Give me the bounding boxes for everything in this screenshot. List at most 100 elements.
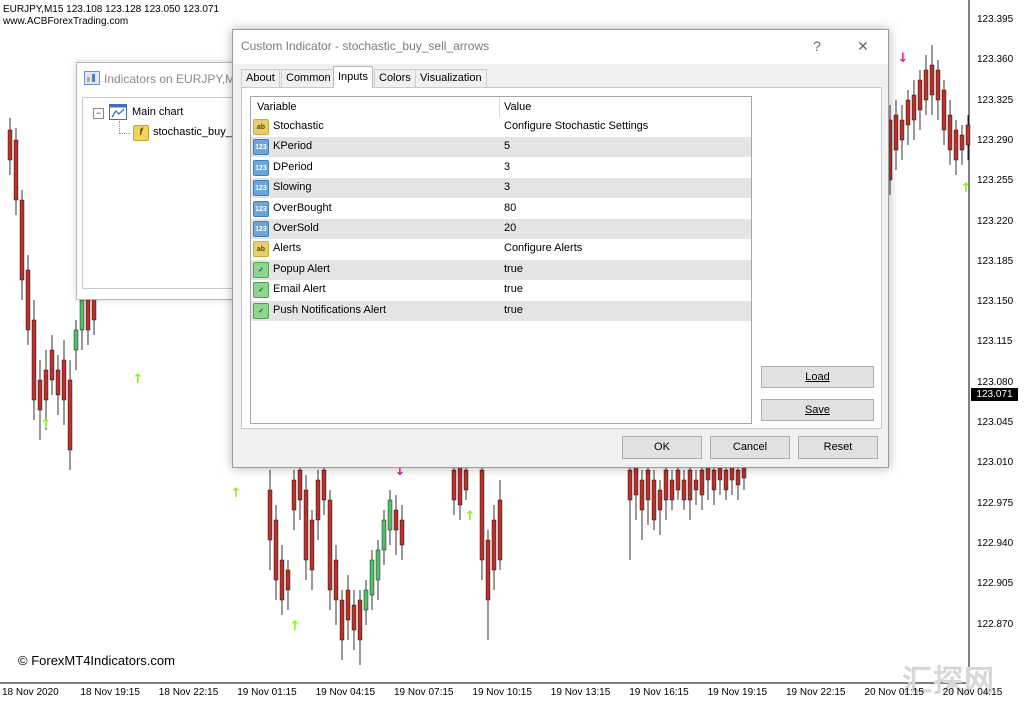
price-tick-label: 122.870	[977, 618, 1014, 630]
candle-body	[899, 119, 905, 141]
string-type-icon: ab	[253, 241, 269, 258]
integer-type-icon: 123	[253, 200, 269, 217]
input-variable-name: KPeriod	[273, 140, 313, 153]
inputs-grid[interactable]: Variable Value ab Stochastic Configure Sto…	[250, 96, 752, 424]
candle-body	[375, 549, 381, 581]
input-value[interactable]: true	[504, 304, 523, 316]
time-tick-label: 19 Nov 22:15	[786, 687, 846, 698]
price-tick-label: 123.150	[977, 296, 1014, 308]
dialog-title: Custom Indicator - stochastic_buy_sell_a…	[241, 39, 490, 53]
input-variable-name: Popup Alert	[273, 262, 330, 275]
time-tick-label: 20 Nov 04:15	[942, 687, 1003, 698]
tab-about[interactable]: About	[241, 69, 280, 87]
candle-body	[657, 489, 663, 511]
bool-type-icon: ✓	[253, 302, 269, 319]
candle-body	[345, 589, 351, 621]
candle-body	[13, 139, 19, 201]
integer-type-icon: 123	[253, 221, 269, 237]
price-tick-label: 122.905	[977, 578, 1014, 590]
price-tick-label: 123.045	[977, 417, 1014, 428]
candle-body	[55, 369, 61, 396]
candle-body	[79, 299, 85, 331]
input-value[interactable]: 5	[504, 140, 510, 152]
input-row[interactable]: ✓ Email Alert true	[251, 280, 751, 300]
candle-body	[43, 369, 49, 401]
candle-body	[491, 519, 497, 571]
input-row[interactable]: ab Alerts Configure Alerts	[251, 239, 751, 259]
input-row[interactable]: 123 KPeriod 5	[251, 137, 751, 158]
input-value[interactable]: true	[504, 283, 523, 295]
dialog-titlebar[interactable]: Custom Indicator - stochastic_buy_sell_a…	[233, 30, 888, 64]
price-tick-label: 122.975	[977, 497, 1014, 509]
input-value[interactable]: Configure Stochastic Settings	[504, 120, 648, 132]
candle-body	[321, 469, 327, 501]
indicators-window[interactable]: Indicators on EURJPY,M15 − Main chart f …	[76, 62, 264, 300]
candle-body	[393, 509, 399, 531]
candle-body	[49, 349, 55, 381]
input-variable-name: Push Notifications Alert	[273, 303, 387, 316]
input-row[interactable]: 123 DPeriod 3	[251, 158, 751, 178]
candle-body	[735, 469, 741, 486]
price-tick-label: 123.220	[977, 215, 1014, 227]
tree-item-main-chart[interactable]: Main chart	[132, 106, 183, 118]
candle-body	[935, 69, 941, 101]
collapse-icon[interactable]: −	[93, 108, 104, 119]
candle-body	[723, 469, 729, 491]
inputs-tab-panel: Variable Value ab Stochastic Configure Sto…	[241, 87, 882, 429]
input-row[interactable]: ✓ Push Notifications Alert true	[251, 300, 751, 321]
time-tick-label: 19 Nov 19:15	[707, 687, 768, 698]
tab-colors[interactable]: Colors	[374, 69, 416, 87]
candle-body	[681, 479, 687, 501]
load-button[interactable]: Load	[761, 366, 874, 388]
time-tick-label: 19 Nov 04:15	[315, 687, 376, 698]
candle-body	[479, 469, 485, 561]
input-value[interactable]: 20	[504, 222, 516, 234]
column-header-value[interactable]: Value	[504, 101, 531, 113]
input-variable-name: Alerts	[273, 242, 302, 255]
tab-common[interactable]: Common	[281, 69, 336, 87]
column-header-variable[interactable]: Variable	[257, 101, 297, 113]
input-row[interactable]: ab Stochastic Configure Stochastic Setting…	[251, 117, 751, 137]
cancel-button[interactable]: Cancel	[710, 436, 790, 459]
input-variable-name: Slowing	[273, 181, 312, 194]
time-tick-label: 18 Nov 22:15	[158, 687, 219, 698]
ok-button[interactable]: OK	[622, 436, 702, 459]
candle-body	[19, 199, 25, 281]
input-value[interactable]: 80	[504, 202, 516, 214]
input-row[interactable]: ✓ Popup Alert true	[251, 259, 751, 280]
candle-body	[351, 604, 357, 631]
input-variable-name: DPeriod	[273, 160, 313, 173]
input-value[interactable]: 3	[504, 181, 510, 193]
column-divider[interactable]	[499, 97, 500, 117]
save-button[interactable]: Save	[761, 399, 874, 421]
candle-body	[273, 519, 279, 581]
help-button[interactable]: ?	[806, 36, 828, 56]
tab-inputs[interactable]: Inputs	[333, 66, 373, 88]
input-value[interactable]: Configure Alerts	[504, 242, 582, 254]
time-tick-label: 19 Nov 16:15	[629, 687, 689, 698]
buy-arrow-icon: ↑	[290, 619, 301, 634]
price-tick-label: 123.115	[977, 336, 1013, 348]
candle-body	[639, 479, 645, 511]
input-variable-name: Stochastic	[273, 120, 324, 132]
input-value[interactable]: true	[504, 263, 523, 275]
close-icon[interactable]: ✕	[852, 36, 874, 56]
tree-item-indicator[interactable]: stochastic_buy_sell_arrows	[153, 126, 238, 138]
custom-indicator-dialog[interactable]: Custom Indicator - stochastic_buy_sell_a…	[232, 29, 889, 468]
candle-body	[25, 269, 31, 331]
price-tick-label: 123.080	[977, 376, 1014, 388]
tab-visualization[interactable]: Visualization	[415, 69, 487, 87]
candle-body	[911, 94, 917, 121]
candle-body	[291, 479, 297, 511]
input-row[interactable]: 123 OverSold 20	[251, 219, 751, 239]
reset-button[interactable]: Reset	[798, 436, 878, 459]
candle-body	[699, 469, 705, 496]
input-variable-name: Email Alert	[273, 283, 326, 296]
input-row[interactable]: 123 OverBought 80	[251, 199, 751, 219]
candle-body	[693, 479, 699, 491]
input-variable-name: OverBought	[273, 201, 332, 214]
input-value[interactable]: 3	[504, 161, 510, 173]
candle-body	[387, 499, 393, 531]
input-row[interactable]: 123 Slowing 3	[251, 178, 751, 199]
time-tick-label: 19 Nov 13:15	[550, 687, 611, 698]
